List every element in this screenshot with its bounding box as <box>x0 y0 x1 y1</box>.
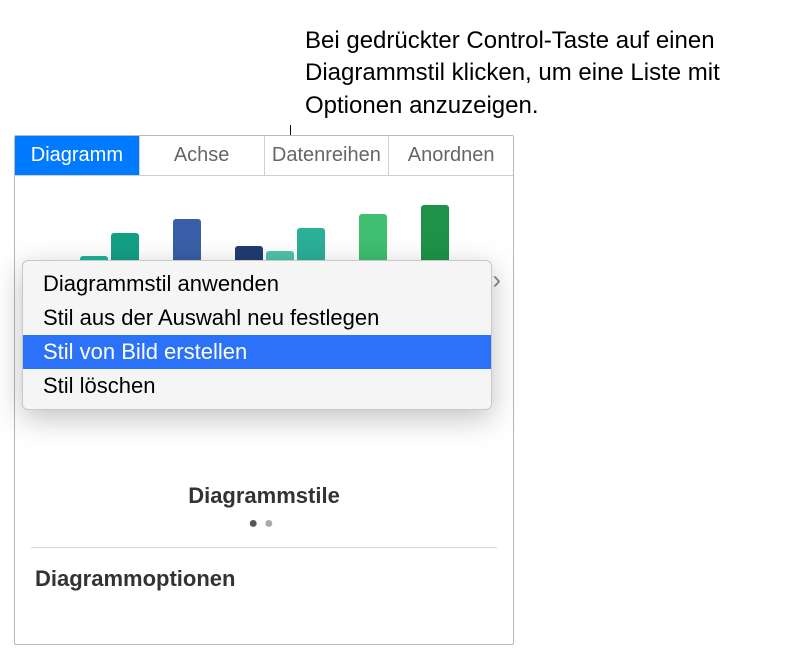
menu-create-from-image[interactable]: Stil von Bild erstellen <box>23 335 491 369</box>
page-indicator[interactable]: ●● <box>15 515 513 533</box>
options-section-title: Diagrammoptionen <box>35 566 513 592</box>
chevron-right-icon[interactable]: › <box>492 264 501 295</box>
menu-delete-style[interactable]: Stil löschen <box>23 369 491 403</box>
tab-bar: Diagramm Achse Datenreihen Anordnen <box>15 136 513 176</box>
callout-text: Bei gedrückter Control-Taste auf einen D… <box>305 25 785 122</box>
context-menu: Diagrammstil anwenden Stil aus der Auswa… <box>22 260 492 410</box>
tab-chart[interactable]: Diagramm <box>15 136 140 175</box>
divider <box>31 547 497 548</box>
tab-axis[interactable]: Achse <box>140 136 265 175</box>
tab-series[interactable]: Datenreihen <box>265 136 390 175</box>
styles-section-title: Diagrammstile <box>15 483 513 509</box>
menu-apply-style[interactable]: Diagrammstil anwenden <box>23 267 491 301</box>
lower-panel: Diagrammstile ●● Diagrammoptionen <box>15 471 513 644</box>
menu-redefine-style[interactable]: Stil aus der Auswahl neu festlegen <box>23 301 491 335</box>
tab-arrange[interactable]: Anordnen <box>389 136 513 175</box>
